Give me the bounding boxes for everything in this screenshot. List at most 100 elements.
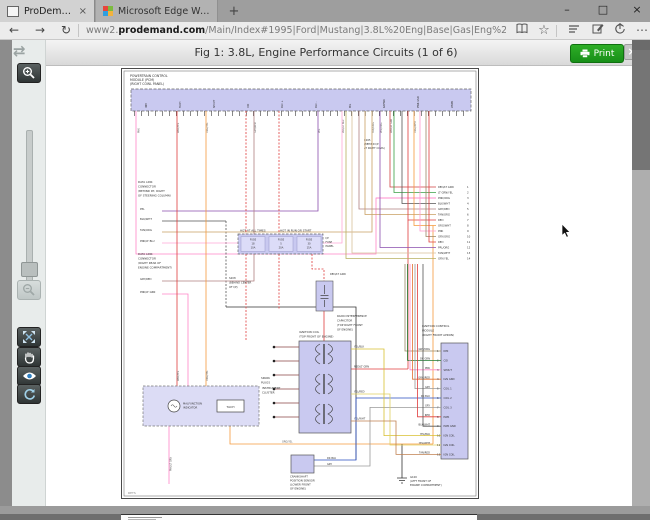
svg-text:PNK: PNK xyxy=(438,229,444,233)
svg-text:DLC +: DLC + xyxy=(281,100,284,108)
svg-text:1: 1 xyxy=(467,185,469,189)
refresh-button[interactable]: ↻ xyxy=(56,22,76,40)
zoom-in-button[interactable] xyxy=(17,63,41,83)
svg-text:FUSE: FUSE xyxy=(306,239,313,242)
window-minimize-button[interactable]: – xyxy=(552,0,582,22)
back-button[interactable]: ← xyxy=(4,22,24,40)
tab-title: ProDemand Automotive xyxy=(24,6,74,17)
spark-plugs: SPARK PLUGS xyxy=(261,346,299,419)
svg-text:CID: CID xyxy=(247,104,250,108)
svg-text:INDICATOR: INDICATOR xyxy=(183,406,197,410)
more-options-icon[interactable]: ⋯ xyxy=(632,23,650,39)
scrollbar-thumb[interactable] xyxy=(632,50,650,170)
svg-text:20A: 20A xyxy=(279,247,284,250)
svg-text:18: 18 xyxy=(251,243,255,246)
page-favicon xyxy=(7,6,19,17)
tab-edge-welcome[interactable]: Microsoft Edge Welcome xyxy=(96,0,218,22)
svg-text:12: 12 xyxy=(437,452,441,456)
svg-text:HOT AT ALL TIMES: HOT AT ALL TIMES xyxy=(240,229,266,233)
expand-arrows-icon xyxy=(22,330,36,344)
site-background-left xyxy=(0,40,12,506)
screen: ProDemand Automotive × Microsoft Edge We… xyxy=(0,0,650,520)
magnifier-minus-icon xyxy=(22,283,36,297)
share-icon[interactable] xyxy=(610,23,630,39)
svg-text:RADIO INTERFERENCE: RADIO INTERFERENCE xyxy=(337,314,367,318)
svg-text:SPOUT: SPOUT xyxy=(444,368,453,372)
fit-to-screen-button[interactable] xyxy=(17,327,41,347)
svg-text:I/P: I/P xyxy=(326,236,330,240)
printer-icon xyxy=(580,49,590,58)
svg-text:VPWR: VPWR xyxy=(451,101,454,108)
svg-text:IGN COIL: IGN COIL xyxy=(444,452,456,456)
tab-prodemand[interactable]: ProDemand Automotive × xyxy=(0,0,95,22)
svg-text:RED/YEL: RED/YEL xyxy=(177,370,180,381)
url-prefix: www2. xyxy=(86,25,118,36)
svg-text:DATA LINK: DATA LINK xyxy=(138,252,153,256)
page-scrollbar[interactable] xyxy=(632,40,650,506)
zoom-slider-handle[interactable] xyxy=(21,262,38,277)
svg-text:PPL/ORG: PPL/ORG xyxy=(380,122,383,133)
svg-text:PNK/ORG: PNK/ORG xyxy=(438,196,450,200)
url-field[interactable]: www2.prodemand.com/Main/Index#1995|Ford|… xyxy=(86,22,506,40)
svg-text:CID: CID xyxy=(444,358,448,362)
svg-text:RED/YEL: RED/YEL xyxy=(177,122,180,133)
reading-view-icon[interactable] xyxy=(512,23,532,39)
svg-text:ORG/RED: ORG/RED xyxy=(418,375,430,379)
svg-text:RED/LT GRN: RED/LT GRN xyxy=(330,272,346,276)
reset-refresh-button[interactable] xyxy=(17,384,41,404)
svg-text:LT GRN/YEL: LT GRN/YEL xyxy=(438,191,453,195)
svg-text:DK GRN: DK GRN xyxy=(420,357,430,361)
window-close-button[interactable]: × xyxy=(622,0,650,22)
diagram-page[interactable]: POWERTRAIN CONTROL MODULE (PCM) (RIGHT C… xyxy=(121,68,479,499)
next-page-edge[interactable] xyxy=(121,514,477,520)
window-maximize-button[interactable]: □ xyxy=(588,0,618,22)
svg-text:12: 12 xyxy=(467,246,471,250)
svg-text:SPARK: SPARK xyxy=(261,376,270,380)
dlc1-label: DATA LINK CONNECTOR (BEHIND RT, RIGHT OF… xyxy=(138,180,171,198)
web-note-icon[interactable] xyxy=(588,23,608,39)
figure-title: Fig 1: 3.8L, Engine Performance Circuits… xyxy=(46,40,606,66)
svg-text:IGNITION COIL: IGNITION COIL xyxy=(299,330,320,334)
collapse-panel-icon[interactable]: ⇄ xyxy=(13,42,24,60)
svg-text:PPL: PPL xyxy=(140,207,145,211)
pan-hand-button[interactable] xyxy=(17,347,41,367)
tab-close-icon[interactable]: × xyxy=(79,6,87,17)
svg-text:MODULE: MODULE xyxy=(422,329,434,333)
ignition-coil: IGNITION COIL (TOP FRONT OF ENGINE) xyxy=(299,330,351,433)
svg-text:PPL/ORG: PPL/ORG xyxy=(438,246,449,250)
zoom-slider-track[interactable] xyxy=(26,130,33,282)
svg-text:BLK/WHT: BLK/WHT xyxy=(438,202,450,206)
print-button[interactable]: Print xyxy=(570,44,624,63)
svg-text:FUSE: FUSE xyxy=(250,239,257,242)
svg-text:(BEHIND CENTER: (BEHIND CENTER xyxy=(229,281,252,285)
svg-text:11: 11 xyxy=(467,240,471,244)
zoom-out-button[interactable] xyxy=(17,280,41,300)
svg-text:BLK/WHT: BLK/WHT xyxy=(140,217,152,221)
wires xyxy=(136,111,436,484)
svg-text:ORG/WHT: ORG/WHT xyxy=(438,224,451,228)
svg-text:7: 7 xyxy=(467,218,469,222)
view-eye-button[interactable] xyxy=(17,366,41,386)
svg-text:YEL/BLK: YEL/BLK xyxy=(354,345,364,349)
svg-text:ORG/YEL: ORG/YEL xyxy=(206,122,209,133)
favorites-star-icon[interactable]: ☆ xyxy=(534,23,554,39)
svg-text:(BEHIND I/P: (BEHIND I/P xyxy=(364,142,379,146)
svg-text:SPOUT: SPOUT xyxy=(213,99,216,108)
eye-icon xyxy=(22,371,37,381)
pcm-label: (RIGHT COWL PANEL) xyxy=(130,82,164,86)
hand-icon xyxy=(23,351,36,364)
svg-text:TAN/ORG: TAN/ORG xyxy=(438,213,450,217)
svg-text:CONNECTOR: CONNECTOR xyxy=(138,185,156,189)
new-tab-button[interactable]: + xyxy=(224,3,244,21)
svg-text:14: 14 xyxy=(467,257,471,261)
svg-text:S208: S208 xyxy=(229,276,236,280)
svg-text:GRY/ORG: GRY/ORG xyxy=(418,347,430,351)
svg-text:3: 3 xyxy=(467,196,469,200)
url-domain: prodemand.com xyxy=(118,25,205,36)
hub-icon[interactable] xyxy=(564,23,584,39)
svg-text:RED: RED xyxy=(438,240,443,244)
forward-button[interactable]: → xyxy=(30,22,50,40)
svg-text:(TOP FRONT OF ENGINE): (TOP FRONT OF ENGINE) xyxy=(299,335,334,339)
svg-text:OF ENGINE): OF ENGINE) xyxy=(290,487,306,491)
svg-text:COIL 1: COIL 1 xyxy=(444,387,453,391)
